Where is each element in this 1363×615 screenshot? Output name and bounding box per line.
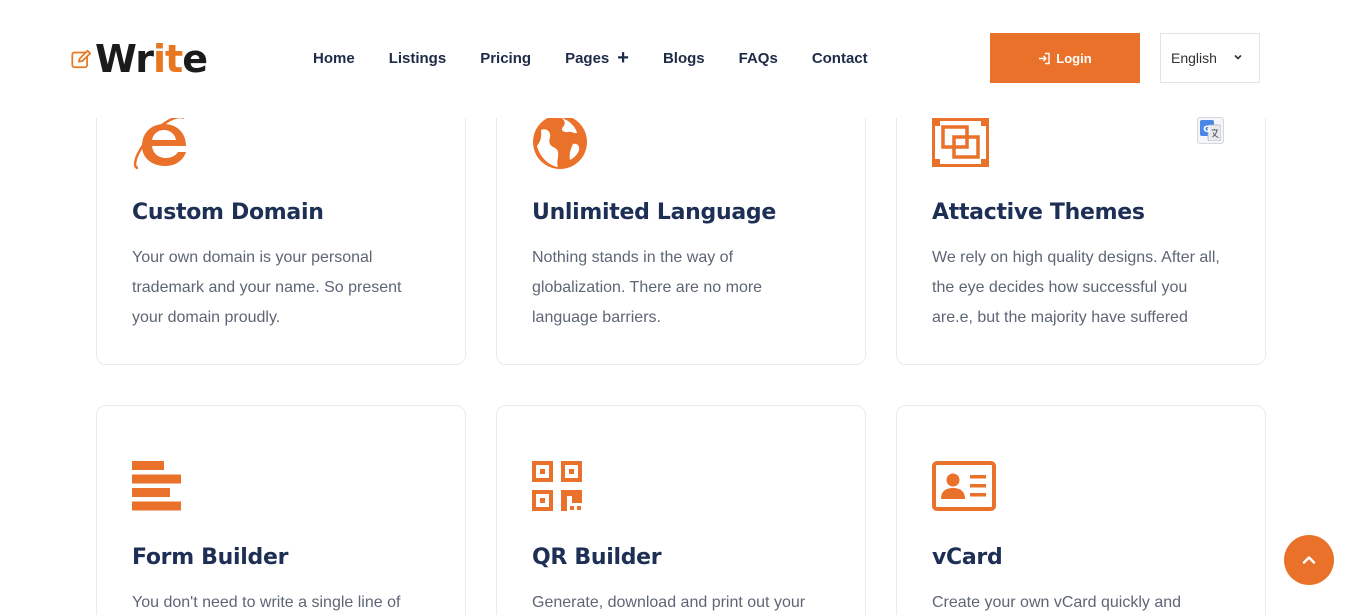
logo-wordmark: Write bbox=[95, 37, 208, 81]
nav-item-contact[interactable]: Contact bbox=[812, 50, 868, 67]
feature-card-form-builder: Form Builder You don't need to write a s… bbox=[96, 405, 466, 615]
edit-icon bbox=[71, 49, 92, 69]
feature-card-qr-builder: QR Builder Generate, download and print … bbox=[496, 405, 866, 615]
form-builder-icon bbox=[132, 461, 181, 511]
feature-description: Your own domain is your personal tradema… bbox=[132, 249, 402, 326]
sign-in-icon bbox=[1039, 52, 1050, 64]
themes-icon bbox=[932, 118, 989, 167]
site-header: Write Home Listings Pricing Pages + Blogs… bbox=[0, 0, 1363, 118]
feature-description: Generate, download and print out your bbox=[532, 594, 806, 611]
translate-icon[interactable]: G bbox=[1197, 117, 1224, 144]
feature-card-vcard: vCard Create your own vCard quickly and bbox=[896, 405, 1266, 615]
chevron-down-icon bbox=[1234, 54, 1242, 60]
feature-description: We rely on high quality designs. After a… bbox=[932, 249, 1220, 326]
brand-logo[interactable]: Write bbox=[71, 36, 208, 82]
vcard-icon bbox=[932, 461, 996, 511]
language-select[interactable]: English bbox=[1160, 33, 1260, 83]
feature-title: Form Builder bbox=[132, 545, 289, 570]
feature-title: Unlimited Language bbox=[532, 200, 776, 225]
qr-code-icon bbox=[532, 461, 582, 511]
globe-icon bbox=[533, 115, 587, 169]
feature-title: QR Builder bbox=[532, 545, 662, 570]
main-nav: Home Listings Pricing Pages + Blogs FAQs … bbox=[313, 48, 902, 68]
nav-item-faqs[interactable]: FAQs bbox=[739, 50, 778, 67]
feature-title: Custom Domain bbox=[132, 200, 324, 225]
back-to-top-button[interactable] bbox=[1284, 535, 1334, 585]
feature-title: Attactive Themes bbox=[932, 200, 1145, 225]
login-button[interactable]: Login bbox=[990, 33, 1140, 83]
nav-item-blogs[interactable]: Blogs bbox=[663, 50, 705, 67]
nav-item-listings[interactable]: Listings bbox=[389, 50, 447, 67]
plus-icon: + bbox=[617, 47, 629, 69]
feature-description: Nothing stands in the way of globalizati… bbox=[532, 249, 763, 326]
nav-item-home[interactable]: Home bbox=[313, 50, 355, 67]
chevron-up-icon bbox=[1302, 556, 1316, 564]
nav-item-pricing[interactable]: Pricing bbox=[480, 50, 531, 67]
feature-description: Create your own vCard quickly and bbox=[932, 594, 1182, 611]
nav-item-pages[interactable]: Pages + bbox=[565, 48, 629, 68]
google-translate-icon: G bbox=[1200, 120, 1221, 141]
feature-title: vCard bbox=[932, 545, 1003, 570]
svg-text:G: G bbox=[1203, 125, 1210, 135]
feature-description: You don't need to write a single line of bbox=[132, 594, 401, 611]
internet-explorer-icon bbox=[133, 116, 186, 170]
